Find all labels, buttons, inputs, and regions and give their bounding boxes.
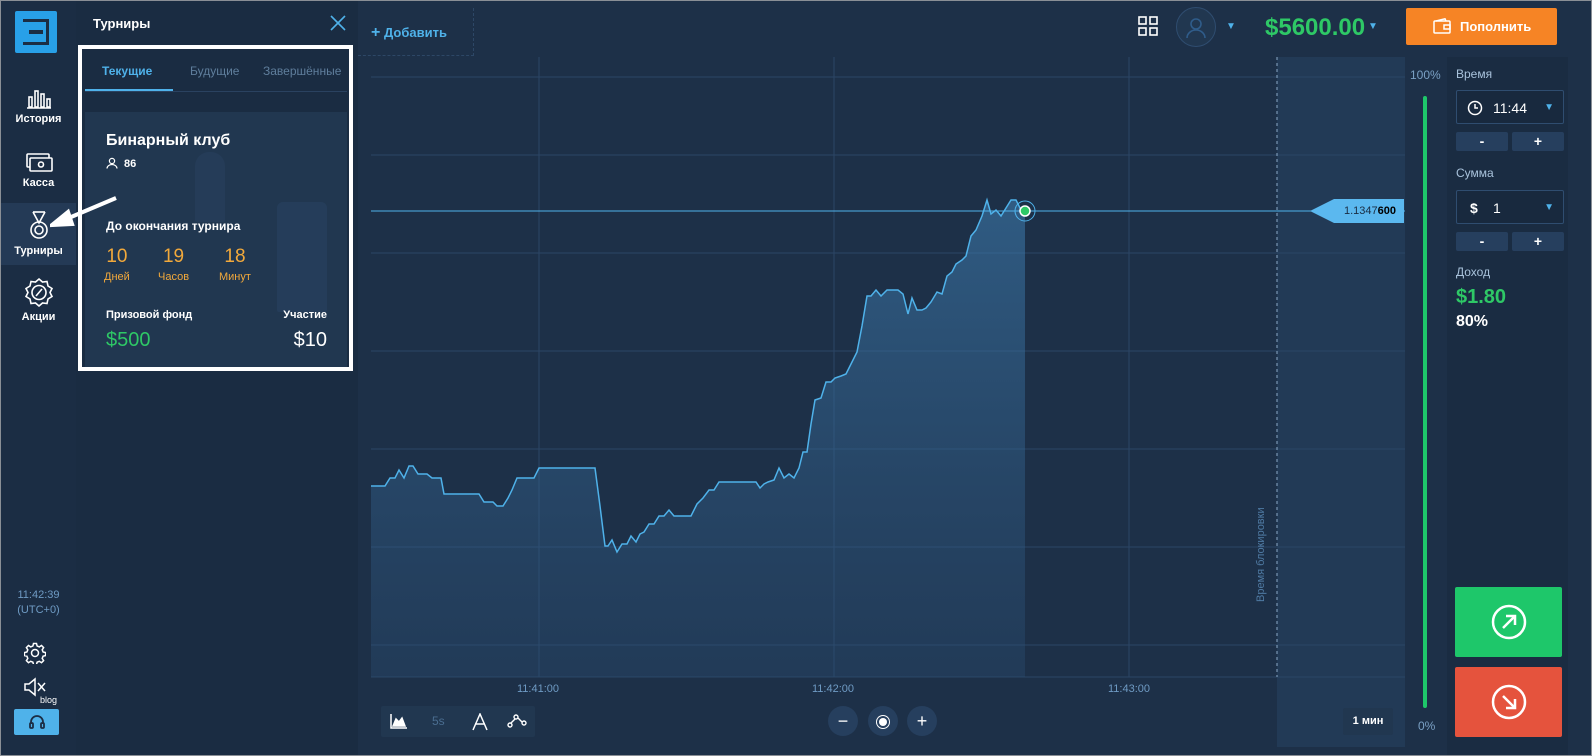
current-price-value: 1.1347600 (1344, 205, 1397, 217)
clock-icon (1467, 100, 1483, 116)
sentiment-top-label: 100% (1410, 68, 1441, 82)
time-increase-button[interactable]: + (1512, 132, 1564, 151)
sidebar-item-label: Турниры (14, 245, 63, 257)
percent-badge-icon (24, 277, 53, 307)
panel-title: Турниры (93, 16, 151, 31)
sidebar-item-label: История (15, 113, 62, 125)
income-percent: 80% (1456, 313, 1489, 330)
layout-grid-icon[interactable] (1138, 16, 1158, 36)
amount-input[interactable]: $ 1 ▼ (1456, 190, 1564, 224)
income-label: Доход (1456, 265, 1491, 279)
timeframe-button[interactable]: 1 мин (1343, 708, 1393, 735)
chart-toolbar: 5s (381, 706, 535, 737)
app-logo[interactable] (15, 11, 57, 53)
amount-value: 1 (1493, 200, 1501, 216)
account-balance[interactable]: $5600.00 (1265, 14, 1365, 42)
gear-icon[interactable] (24, 642, 46, 664)
left-sidebar: История Касса Турниры Акции 11:42:39 (UT… (1, 1, 76, 755)
time-value: 11:44 (1493, 100, 1527, 116)
time-decrease-button[interactable]: - (1456, 132, 1508, 151)
clock-time: 11:42:39 (17, 589, 60, 601)
time-select[interactable]: 11:44 ▼ (1456, 90, 1564, 124)
x-tick: 11:41:00 (517, 683, 560, 695)
amount-decrease-button[interactable]: - (1456, 232, 1508, 251)
chevron-down-icon: ▼ (1544, 202, 1554, 213)
drawing-tools-icon[interactable] (507, 713, 527, 729)
indicators-icon[interactable] (471, 713, 489, 731)
arrow-down-right-icon (1491, 684, 1526, 720)
sidebar-item-label: Касса (22, 177, 55, 189)
chevron-down-icon[interactable]: ▼ (1226, 21, 1236, 32)
lock-zone (1277, 57, 1405, 747)
lock-time-label: Время блокировки (1255, 507, 1267, 602)
zoom-in-button[interactable]: + (907, 706, 937, 736)
annotation-arrow-icon (50, 196, 117, 228)
amount-increase-button[interactable]: + (1512, 232, 1564, 251)
amount-label: Сумма (1456, 166, 1494, 180)
deposit-label: Пополнить (1460, 19, 1532, 34)
chart-type-icon[interactable] (390, 713, 408, 729)
add-asset-button[interactable]: + Добавить (358, 8, 474, 56)
sentiment-bar (1423, 96, 1427, 708)
sentiment-bottom-label: 0% (1418, 719, 1436, 733)
user-silhouette-icon (1186, 18, 1206, 38)
sidebar-item-history[interactable]: История (1, 79, 76, 141)
current-point (1019, 205, 1031, 217)
x-tick: 11:42:00 (812, 683, 855, 695)
price-area (371, 200, 1025, 677)
zoom-out-button[interactable]: − (828, 706, 858, 736)
chevron-down-icon[interactable]: ▼ (1368, 21, 1378, 32)
clock-timezone: (UTC+0) (17, 604, 60, 616)
wallet-icon (1433, 18, 1451, 34)
support-button[interactable] (14, 709, 59, 735)
interval-button[interactable]: 5s (432, 714, 445, 728)
medal-icon (29, 211, 48, 239)
call-up-button[interactable] (1455, 587, 1562, 657)
income-value: $1.80 (1456, 286, 1507, 308)
avatar[interactable] (1176, 7, 1216, 47)
currency-symbol: $ (1470, 200, 1478, 216)
headset-icon (28, 715, 45, 729)
price-chart[interactable]: Время блокировки (371, 57, 1405, 747)
cashbox-icon (25, 153, 53, 172)
deposit-button[interactable]: Пополнить (1406, 8, 1557, 45)
server-clock: 11:42:39 (UTC+0) (1, 588, 76, 618)
add-label: Добавить (383, 25, 447, 40)
put-down-button[interactable] (1455, 667, 1562, 737)
sidebar-item-promotions[interactable]: Акции (1, 269, 76, 331)
arrow-up-right-icon (1491, 604, 1526, 640)
sound-muted-icon[interactable] (23, 677, 47, 697)
chevron-down-icon: ▼ (1544, 102, 1554, 113)
x-tick: 11:43:00 (1108, 683, 1151, 695)
close-icon[interactable] (329, 14, 347, 32)
zoom-reset-button[interactable] (868, 706, 898, 736)
time-label: Время (1456, 67, 1493, 81)
sidebar-item-label: Акции (21, 311, 56, 323)
blog-watermark: blog (40, 695, 58, 705)
history-chart-icon (26, 90, 51, 109)
